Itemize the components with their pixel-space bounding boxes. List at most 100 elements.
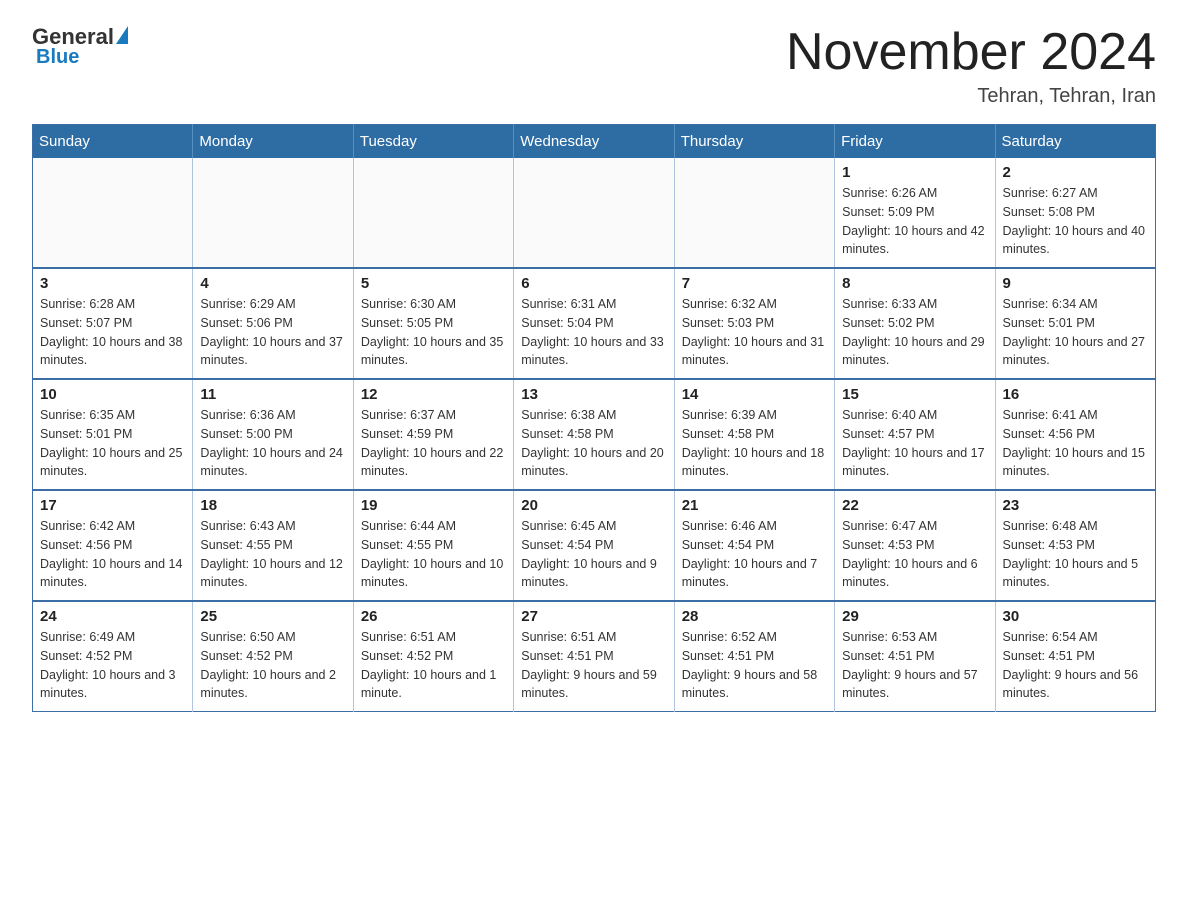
calendar-cell	[33, 158, 193, 268]
day-number: 30	[1003, 608, 1148, 625]
day-info: Sunrise: 6:29 AMSunset: 5:06 PMDaylight:…	[200, 295, 345, 370]
calendar-cell: 4 Sunrise: 6:29 AMSunset: 5:06 PMDaylight…	[193, 268, 353, 379]
day-number: 17	[40, 497, 185, 514]
calendar-cell: 29 Sunrise: 6:53 AMSunset: 4:51 PMDayligh…	[835, 601, 995, 712]
day-info: Sunrise: 6:42 AMSunset: 4:56 PMDaylight:…	[40, 517, 185, 592]
weekday-header-friday: Friday	[835, 125, 995, 159]
calendar-cell: 16 Sunrise: 6:41 AMSunset: 4:56 PMDayligh…	[995, 379, 1155, 490]
calendar-cell: 24 Sunrise: 6:49 AMSunset: 4:52 PMDayligh…	[33, 601, 193, 712]
day-number: 22	[842, 497, 987, 514]
calendar-cell: 18 Sunrise: 6:43 AMSunset: 4:55 PMDayligh…	[193, 490, 353, 601]
weekday-header-sunday: Sunday	[33, 125, 193, 159]
weekday-header-tuesday: Tuesday	[353, 125, 513, 159]
calendar-cell: 3Sunrise: 6:28 AMSunset: 5:07 PMDaylight…	[33, 268, 193, 379]
day-info: Sunrise: 6:41 AMSunset: 4:56 PMDaylight:…	[1003, 406, 1148, 481]
day-info: Sunrise: 6:53 AMSunset: 4:51 PMDaylight:…	[842, 628, 987, 703]
calendar-cell: 6 Sunrise: 6:31 AMSunset: 5:04 PMDaylight…	[514, 268, 674, 379]
weekday-header-thursday: Thursday	[674, 125, 834, 159]
calendar-cell: 14 Sunrise: 6:39 AMSunset: 4:58 PMDayligh…	[674, 379, 834, 490]
calendar-cell	[514, 158, 674, 268]
day-number: 29	[842, 608, 987, 625]
day-info: Sunrise: 6:46 AMSunset: 4:54 PMDaylight:…	[682, 517, 827, 592]
calendar-cell: 21 Sunrise: 6:46 AMSunset: 4:54 PMDayligh…	[674, 490, 834, 601]
logo-triangle-icon	[116, 26, 128, 44]
calendar-cell	[674, 158, 834, 268]
day-number: 16	[1003, 386, 1148, 403]
day-info: Sunrise: 6:51 AMSunset: 4:52 PMDaylight:…	[361, 628, 506, 703]
day-info: Sunrise: 6:51 AMSunset: 4:51 PMDaylight:…	[521, 628, 666, 703]
calendar-cell: 11 Sunrise: 6:36 AMSunset: 5:00 PMDayligh…	[193, 379, 353, 490]
day-number: 11	[200, 386, 345, 403]
day-number: 4	[200, 275, 345, 292]
day-info: Sunrise: 6:39 AMSunset: 4:58 PMDaylight:…	[682, 406, 827, 481]
calendar-week-1: 1 Sunrise: 6:26 AMSunset: 5:09 PMDaylight…	[33, 158, 1156, 268]
calendar-cell: 25Sunrise: 6:50 AMSunset: 4:52 PMDayligh…	[193, 601, 353, 712]
calendar-cell: 22 Sunrise: 6:47 AMSunset: 4:53 PMDayligh…	[835, 490, 995, 601]
day-info: Sunrise: 6:49 AMSunset: 4:52 PMDaylight:…	[40, 628, 185, 703]
day-info: Sunrise: 6:34 AMSunset: 5:01 PMDaylight:…	[1003, 295, 1148, 370]
calendar-cell: 10 Sunrise: 6:35 AMSunset: 5:01 PMDayligh…	[33, 379, 193, 490]
day-number: 26	[361, 608, 506, 625]
day-info: Sunrise: 6:50 AMSunset: 4:52 PMDaylight:…	[200, 628, 345, 703]
day-number: 7	[682, 275, 827, 292]
day-info: Sunrise: 6:26 AMSunset: 5:09 PMDaylight:…	[842, 184, 987, 259]
day-info: Sunrise: 6:27 AMSunset: 5:08 PMDaylight:…	[1003, 184, 1148, 259]
day-info: Sunrise: 6:31 AMSunset: 5:04 PMDaylight:…	[521, 295, 666, 370]
calendar-cell: 5Sunrise: 6:30 AMSunset: 5:05 PMDaylight…	[353, 268, 513, 379]
calendar-cell: 13Sunrise: 6:38 AMSunset: 4:58 PMDayligh…	[514, 379, 674, 490]
calendar-cell: 2 Sunrise: 6:27 AMSunset: 5:08 PMDaylight…	[995, 158, 1155, 268]
calendar-cell: 30Sunrise: 6:54 AMSunset: 4:51 PMDayligh…	[995, 601, 1155, 712]
calendar-cell: 19Sunrise: 6:44 AMSunset: 4:55 PMDayligh…	[353, 490, 513, 601]
day-info: Sunrise: 6:44 AMSunset: 4:55 PMDaylight:…	[361, 517, 506, 592]
calendar-week-5: 24 Sunrise: 6:49 AMSunset: 4:52 PMDayligh…	[33, 601, 1156, 712]
calendar-cell: 1 Sunrise: 6:26 AMSunset: 5:09 PMDaylight…	[835, 158, 995, 268]
calendar-cell: 7 Sunrise: 6:32 AMSunset: 5:03 PMDaylight…	[674, 268, 834, 379]
location-subtitle: Tehran, Tehran, Iran	[786, 85, 1156, 108]
calendar-cell: 28 Sunrise: 6:52 AMSunset: 4:51 PMDayligh…	[674, 601, 834, 712]
day-number: 13	[521, 386, 666, 403]
day-number: 21	[682, 497, 827, 514]
day-info: Sunrise: 6:32 AMSunset: 5:03 PMDaylight:…	[682, 295, 827, 370]
day-number: 12	[361, 386, 506, 403]
day-number: 14	[682, 386, 827, 403]
logo: General Blue	[32, 24, 130, 69]
day-info: Sunrise: 6:36 AMSunset: 5:00 PMDaylight:…	[200, 406, 345, 481]
day-number: 27	[521, 608, 666, 625]
logo-blue: Blue	[36, 46, 79, 69]
day-info: Sunrise: 6:37 AMSunset: 4:59 PMDaylight:…	[361, 406, 506, 481]
weekday-header-wednesday: Wednesday	[514, 125, 674, 159]
day-number: 6	[521, 275, 666, 292]
month-title: November 2024	[786, 24, 1156, 81]
day-info: Sunrise: 6:48 AMSunset: 4:53 PMDaylight:…	[1003, 517, 1148, 592]
weekday-header-saturday: Saturday	[995, 125, 1155, 159]
day-info: Sunrise: 6:47 AMSunset: 4:53 PMDaylight:…	[842, 517, 987, 592]
calendar-cell: 27 Sunrise: 6:51 AMSunset: 4:51 PMDayligh…	[514, 601, 674, 712]
day-info: Sunrise: 6:28 AMSunset: 5:07 PMDaylight:…	[40, 295, 185, 370]
day-number: 28	[682, 608, 827, 625]
day-info: Sunrise: 6:52 AMSunset: 4:51 PMDaylight:…	[682, 628, 827, 703]
calendar-table: SundayMondayTuesdayWednesdayThursdayFrid…	[32, 124, 1156, 712]
day-info: Sunrise: 6:35 AMSunset: 5:01 PMDaylight:…	[40, 406, 185, 481]
day-number: 18	[200, 497, 345, 514]
day-info: Sunrise: 6:43 AMSunset: 4:55 PMDaylight:…	[200, 517, 345, 592]
day-number: 8	[842, 275, 987, 292]
calendar-cell: 20Sunrise: 6:45 AMSunset: 4:54 PMDayligh…	[514, 490, 674, 601]
day-info: Sunrise: 6:33 AMSunset: 5:02 PMDaylight:…	[842, 295, 987, 370]
calendar-cell	[353, 158, 513, 268]
calendar-week-2: 3Sunrise: 6:28 AMSunset: 5:07 PMDaylight…	[33, 268, 1156, 379]
calendar-week-4: 17 Sunrise: 6:42 AMSunset: 4:56 PMDayligh…	[33, 490, 1156, 601]
day-number: 15	[842, 386, 987, 403]
calendar-cell	[193, 158, 353, 268]
day-number: 23	[1003, 497, 1148, 514]
calendar-week-3: 10 Sunrise: 6:35 AMSunset: 5:01 PMDayligh…	[33, 379, 1156, 490]
day-number: 1	[842, 164, 987, 181]
day-number: 2	[1003, 164, 1148, 181]
page-header: General Blue November 2024 Tehran, Tehra…	[32, 24, 1156, 108]
day-info: Sunrise: 6:30 AMSunset: 5:05 PMDaylight:…	[361, 295, 506, 370]
day-number: 10	[40, 386, 185, 403]
calendar-cell: 8 Sunrise: 6:33 AMSunset: 5:02 PMDaylight…	[835, 268, 995, 379]
calendar-cell: 26 Sunrise: 6:51 AMSunset: 4:52 PMDayligh…	[353, 601, 513, 712]
day-number: 24	[40, 608, 185, 625]
day-info: Sunrise: 6:45 AMSunset: 4:54 PMDaylight:…	[521, 517, 666, 592]
weekday-header-row: SundayMondayTuesdayWednesdayThursdayFrid…	[33, 125, 1156, 159]
